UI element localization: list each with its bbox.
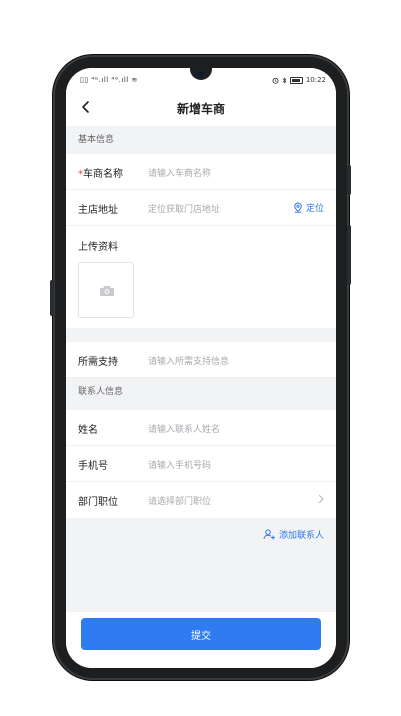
dealer-name-row[interactable]: *车商名称 请输入车商名称 [66,154,336,190]
add-contact-button[interactable]: 添加联系人 [263,528,324,541]
add-contact-label: 添加联系人 [278,531,324,541]
locate-button[interactable]: 定位 [293,201,324,214]
phone-row[interactable]: 手机号 请输入手机号码 [66,446,336,482]
support-label: 所需支持 [78,357,118,368]
phone-volume-button [347,225,351,285]
phone-screen: ▯▯ ⁴ᴳ.ıll ⁴ᴳ.ıll ≋ 10:22 新增车商 基本信息 *车商名称… [66,68,336,668]
department-select[interactable]: 请选择部门职位 [148,494,211,507]
camera-icon [100,286,114,296]
location-pin-icon [294,202,302,213]
alarm-icon [272,77,279,84]
department-row[interactable]: 部门职位 请选择部门职位 [66,482,336,518]
contact-name-row[interactable]: 姓名 请输入联系人姓名 [66,410,336,446]
support-input[interactable]: 请输入所需支持信息 [148,354,229,367]
store-address-label: 主店地址 [78,205,118,216]
department-label: 部门职位 [78,497,118,508]
signal-indicator: ▯▯ ⁴ᴳ.ıll ⁴ᴳ.ıll ≋ [80,76,138,84]
store-address-row[interactable]: 主店地址 定位获取门店地址 定位 [66,190,336,226]
contact-name-input[interactable]: 请输入联系人姓名 [148,422,220,435]
store-address-input[interactable]: 定位获取门店地址 [148,202,220,215]
dealer-name-input[interactable]: 请输入车商名称 [148,166,211,179]
upload-label: 上传资料 [78,242,118,253]
nav-bar: 新增车商 [66,90,336,126]
chevron-right-icon [318,494,324,504]
upload-photo-button[interactable] [78,262,134,318]
phone-input[interactable]: 请输入手机号码 [148,458,211,471]
dealer-name-label: *车商名称 [78,169,123,180]
support-row[interactable]: 所需支持 请输入所需支持信息 [66,342,336,378]
phone-label: 手机号 [78,461,108,472]
upload-section: 上传资料 [66,226,336,328]
add-user-icon [263,529,275,540]
page-title: 新增车商 [176,102,225,116]
submit-button[interactable]: 提交 [81,618,321,650]
contact-name-label: 姓名 [78,425,98,436]
locate-label: 定位 [305,204,324,214]
section-basic-info: 基本信息 [66,126,336,154]
phone-side-button [50,280,54,316]
status-time: 10:22 [305,76,326,84]
status-icons: 10:22 [272,76,326,84]
battery-icon [289,76,303,84]
section-contact-info: 联系人信息 [66,378,336,406]
phone-power-button [347,165,351,195]
footer-bar: 提交 [66,612,336,668]
add-contact-area: 添加联系人 [66,518,336,608]
bluetooth-icon [282,76,287,84]
